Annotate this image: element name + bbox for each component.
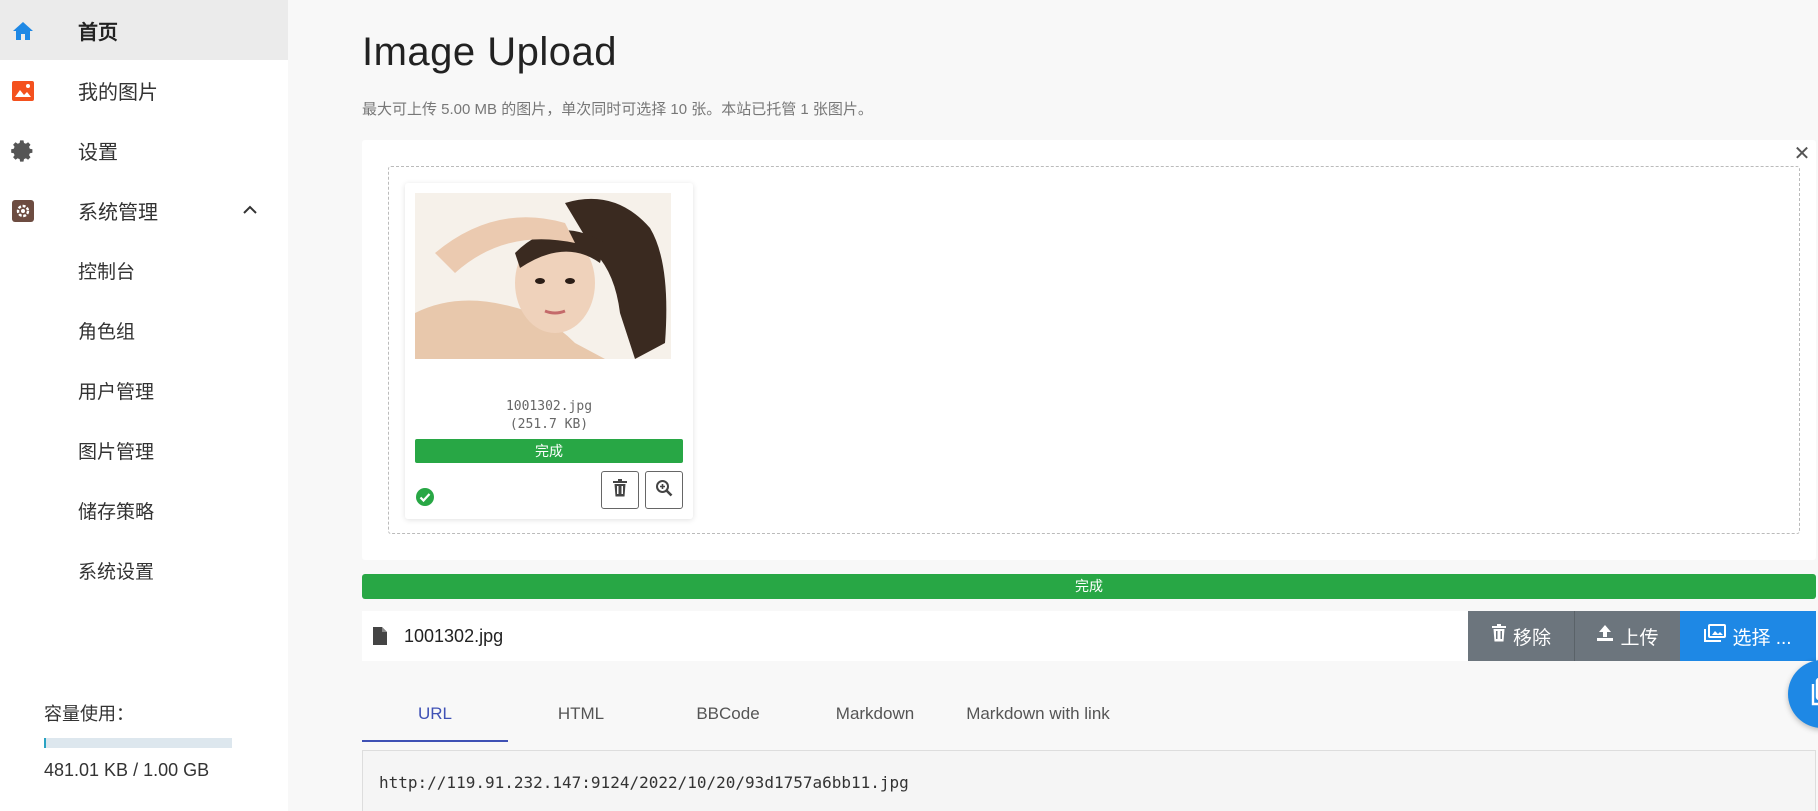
output-format-tabs: URL HTML BBCode Markdown Markdown with l…	[362, 686, 1816, 742]
sidebar-item-system-admin[interactable]: 系统管理	[0, 180, 288, 240]
tab-markdown-with-link[interactable]: Markdown with link	[948, 686, 1128, 742]
file-input-bar: 1001302.jpg 移除 上传 选择 ...	[362, 611, 1816, 661]
select-button-label: 选择 ...	[1732, 627, 1792, 649]
remove-button[interactable]: 移除	[1468, 611, 1574, 661]
output-textarea[interactable]: http://119.91.232.147:9124/2022/10/20/93…	[362, 750, 1816, 811]
sidebar-item-settings[interactable]: 设置	[0, 120, 288, 180]
file-progress-bar: 完成	[415, 439, 683, 463]
capacity-value: 481.01 KB / 1.00 GB	[44, 760, 210, 780]
tab-markdown[interactable]: Markdown	[802, 686, 948, 742]
sidebar-subitem-system-settings[interactable]: 系统设置	[0, 540, 288, 600]
check-circle-icon	[415, 487, 435, 507]
drop-zone[interactable]: 1001302.jpg (251.7 KB) 完成	[388, 166, 1800, 534]
file-size: (251.7 KB)	[509, 417, 589, 432]
home-icon	[10, 18, 36, 44]
sidebar-subitem-images[interactable]: 图片管理	[0, 420, 288, 480]
main-content: Image Upload 最大可上传 5.00 MB 的图片，单次同时可选择 1…	[288, 0, 1818, 811]
zoom-in-icon	[655, 479, 673, 502]
tab-html[interactable]: HTML	[508, 686, 654, 742]
image-thumbnail	[415, 193, 671, 359]
sidebar-item-home[interactable]: 首页	[0, 0, 288, 60]
sidebar: 首页 我的图片 设置 系统管理 控制台 角色组 用户管理 图片管理 储存策略 系…	[0, 0, 288, 811]
remove-button-label: 移除	[1512, 627, 1551, 649]
gear-icon	[10, 138, 36, 164]
sidebar-item-label: 我的图片	[78, 81, 158, 104]
page-title: Image Upload	[362, 30, 618, 74]
delete-file-button[interactable]	[601, 471, 639, 509]
sidebar-item-label: 首页	[78, 21, 118, 44]
image-icon	[10, 78, 36, 104]
sidebar-subitem-console[interactable]: 控制台	[0, 240, 288, 300]
capacity-label: 容量使用：	[44, 704, 134, 724]
upload-button[interactable]: 上传	[1574, 611, 1680, 661]
output-url-text: http://119.91.232.147:9124/2022/10/20/93…	[379, 773, 909, 792]
sidebar-item-label: 设置	[78, 141, 118, 164]
chevron-up-icon[interactable]	[242, 202, 258, 218]
sidebar-item-label: 系统管理	[78, 201, 158, 224]
zoom-file-button[interactable]	[645, 471, 683, 509]
capacity-usage: 容量使用： 481.01 KB / 1.00 GB	[44, 700, 264, 781]
close-icon[interactable]: ✕	[1792, 144, 1812, 164]
upload-icon	[1596, 624, 1614, 648]
trash-icon	[1491, 624, 1507, 648]
page-subtitle: 最大可上传 5.00 MB 的图片，单次同时可选择 10 张。本站已托管 1 张…	[362, 101, 873, 118]
sidebar-subitem-storage[interactable]: 储存策略	[0, 480, 288, 540]
file-name: 1001302.jpg	[505, 399, 593, 414]
tab-bbcode[interactable]: BBCode	[654, 686, 802, 742]
trash-icon	[612, 478, 628, 502]
file-icon	[372, 626, 388, 646]
admin-gear-icon	[10, 198, 36, 224]
tab-url[interactable]: URL	[362, 686, 508, 742]
sidebar-item-my-images[interactable]: 我的图片	[0, 60, 288, 120]
capacity-fill	[44, 738, 46, 748]
upload-panel: ✕ 1001302.jpg (251.7 KB) 完成	[362, 140, 1816, 560]
sidebar-subitem-roles[interactable]: 角色组	[0, 300, 288, 360]
file-preview-card: 1001302.jpg (251.7 KB) 完成	[405, 183, 693, 519]
images-icon	[1704, 624, 1727, 648]
upload-button-label: 上传	[1620, 627, 1659, 649]
sidebar-subitem-users[interactable]: 用户管理	[0, 360, 288, 420]
selected-file-name: 1001302.jpg	[404, 626, 504, 646]
overall-progress-bar: 完成	[362, 574, 1816, 599]
capacity-bar	[44, 738, 232, 748]
select-files-button[interactable]: 选择 ...	[1680, 611, 1816, 661]
